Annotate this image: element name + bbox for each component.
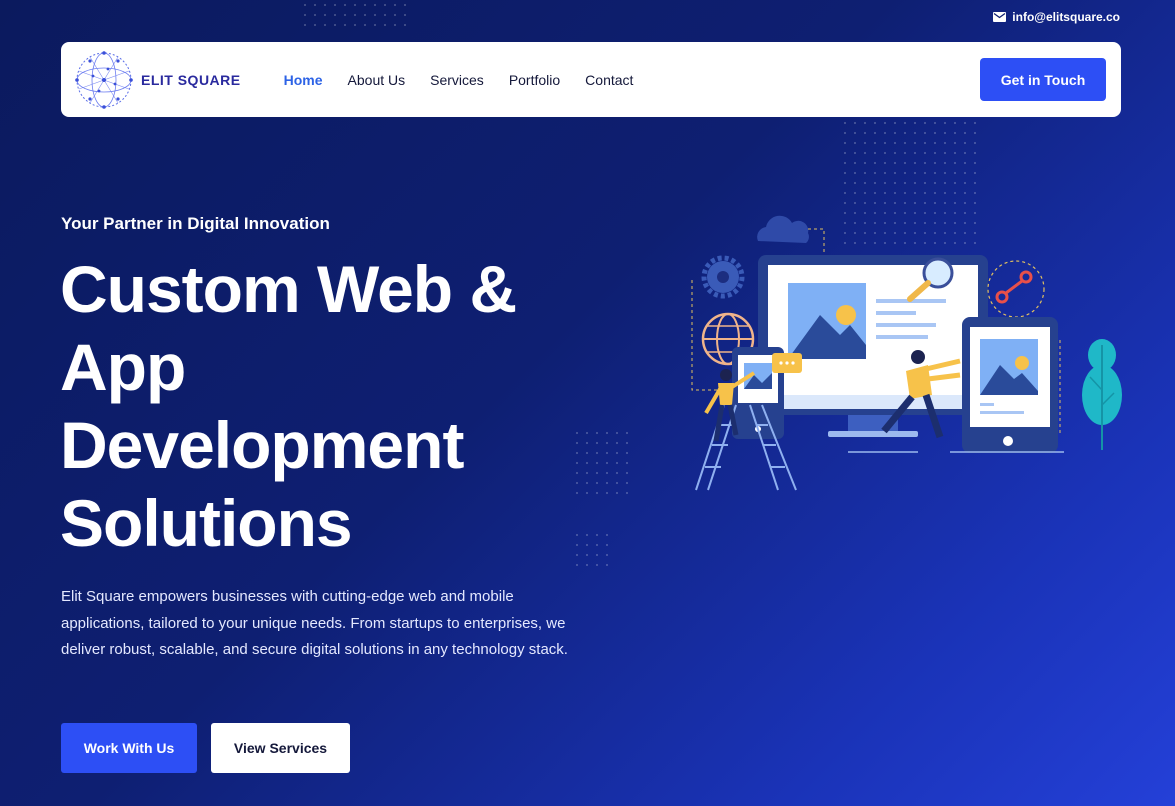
monitor-icon (758, 255, 988, 437)
mail-icon (993, 12, 1007, 22)
chat-bubble-icon (772, 353, 802, 373)
hero-title-line: Custom Web & (60, 252, 517, 326)
gear-icon (701, 255, 745, 299)
wrench-icon (987, 260, 1045, 318)
tree-icon (1082, 339, 1122, 450)
hero-title-line: App (60, 330, 186, 404)
nav-services[interactable]: Services (430, 72, 484, 88)
dot-pattern (300, 0, 410, 30)
nav-contact[interactable]: Contact (585, 72, 633, 88)
tablet-icon (962, 317, 1058, 453)
get-in-touch-button[interactable]: Get in Touch (980, 58, 1106, 101)
work-with-us-button[interactable]: Work With Us (61, 723, 197, 773)
network-globe-logo-icon (75, 50, 133, 109)
nav-links: Home About Us Services Portfolio Contact (284, 72, 634, 88)
hero-illustration (691, 215, 1122, 491)
hero-title-line: Solutions (60, 486, 353, 560)
nav-portfolio[interactable]: Portfolio (509, 72, 560, 88)
view-services-button[interactable]: View Services (211, 723, 350, 773)
topbar-email[interactable]: info@elitsquare.co (993, 10, 1120, 24)
hero-title-line: Development (60, 408, 464, 482)
hero-title: Custom Web & App Development Solutions (60, 250, 620, 562)
cloud-icon (757, 215, 809, 243)
email-text: info@elitsquare.co (1012, 10, 1120, 24)
nav-home[interactable]: Home (284, 72, 323, 88)
logo[interactable]: ELIT SQUARE (75, 50, 241, 109)
hero-description: Elit Square empowers businesses with cut… (61, 588, 568, 658)
hero-eyebrow: Your Partner in Digital Innovation (61, 214, 330, 233)
navbar: ELIT SQUARE Home About Us Services Portf… (61, 42, 1121, 117)
nav-about-us[interactable]: About Us (348, 72, 406, 88)
logo-text: ELIT SQUARE (141, 71, 241, 88)
